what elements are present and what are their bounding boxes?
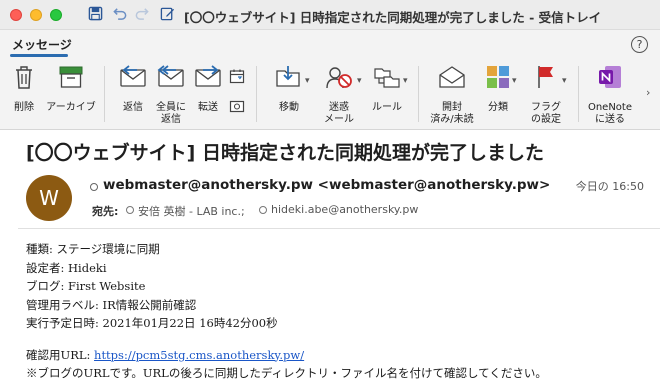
help-icon[interactable]: ?	[631, 36, 648, 53]
mark-read-label: 開封 済み/未読	[430, 102, 474, 125]
confirmation-link[interactable]: https://pcm5stg.cms.anothersky.pw/	[94, 348, 304, 362]
message-body: 種類: ステージ環境に同期 設定者: Hideki ブログ: First Web…	[26, 240, 547, 383]
reply-label: 返信	[123, 102, 143, 113]
presence-icon	[259, 206, 267, 214]
active-tab-indicator	[10, 54, 68, 57]
ribbon-separator	[578, 66, 579, 122]
archive-icon	[57, 64, 85, 94]
move-label: 移動	[279, 102, 299, 113]
body-line: 管理用ラベル: IR情報公開前確認	[26, 297, 197, 312]
title-bar: [〇〇ウェブサイト] 日時指定された同期処理が完了しました - 受信トレイ	[0, 0, 660, 30]
ribbon-tab-row: メッセージ ?	[0, 30, 660, 58]
chevron-down-icon[interactable]: ▾	[403, 76, 408, 86]
sender[interactable]: webmaster@anothersky.pw <webmaster@anoth…	[103, 177, 550, 193]
move-folder-icon	[274, 64, 304, 94]
chevron-down-icon[interactable]: ▾	[562, 76, 567, 86]
flag-label: フラグ の設定	[531, 102, 561, 125]
forward-label: 転送	[198, 102, 218, 113]
close-window-button[interactable]	[10, 9, 22, 21]
message-subject: [〇〇ウェブサイト] 日時指定された同期処理が完了しました	[26, 142, 544, 164]
reply-all-label: 全員に 返信	[156, 102, 186, 125]
junk-label: 迷惑 メール	[324, 102, 354, 125]
trash-icon	[13, 64, 35, 94]
zoom-window-button[interactable]	[50, 9, 62, 21]
body-line: 設定者: Hideki	[26, 260, 107, 275]
url-label: 確認用URL:	[26, 347, 95, 362]
delete-label: 削除	[14, 102, 34, 113]
archive-label: アーカイブ	[46, 102, 96, 113]
received-date: 今日の 16:50	[575, 180, 644, 193]
ribbon-separator	[104, 66, 105, 122]
recipient[interactable]: 安倍 英樹 - LAB inc.;	[138, 203, 245, 219]
ribbon-separator	[418, 66, 419, 122]
onenote-icon	[597, 64, 623, 94]
ribbon-toolbar: 削除 アーカイブ 返信 全員に 返信 転送 移動 ▾ 迷惑 メール ▾ ルール …	[0, 58, 660, 130]
chevron-down-icon[interactable]: ▾	[512, 76, 517, 86]
tab-message[interactable]: メッセージ	[12, 36, 72, 53]
more-reply-options-icon[interactable]	[229, 98, 245, 118]
chevron-down-icon[interactable]: ▾	[357, 76, 362, 86]
rules-icon	[372, 64, 402, 94]
avatar: W	[26, 175, 72, 221]
recipient[interactable]: hideki.abe@anothersky.pw	[271, 203, 418, 216]
categorize-icon	[485, 64, 511, 94]
to-label: 宛先:	[92, 205, 119, 218]
minimize-window-button[interactable]	[30, 9, 42, 21]
open-envelope-icon	[437, 64, 467, 94]
calendar-reply-icon[interactable]	[229, 68, 245, 88]
categorize-label: 分類	[488, 102, 508, 113]
compose-icon[interactable]	[160, 6, 175, 26]
reply-icon	[118, 64, 148, 94]
body-line: ※ブログのURLです。URLの後ろに同期したディレクトリ・ファイル名を付けて確認…	[26, 366, 547, 380]
rules-label: ルール	[372, 102, 402, 113]
reply-all-icon	[156, 64, 186, 94]
body-line: 実行予定日時: 2021年01月22日 16時42分00秒	[26, 316, 278, 330]
ribbon-separator	[256, 66, 257, 122]
body-line: 確認用URL: https://pcm5stg.cms.anothersky.p…	[26, 346, 547, 365]
save-icon[interactable]	[88, 6, 103, 26]
undo-icon[interactable]	[112, 6, 128, 26]
header-divider	[18, 228, 660, 229]
onenote-label: OneNote に送る	[587, 102, 633, 125]
forward-icon	[193, 64, 223, 94]
window-title: [〇〇ウェブサイト] 日時指定された同期処理が完了しました - 受信トレイ	[184, 10, 602, 25]
flag-icon	[533, 64, 559, 94]
redo-icon[interactable]	[134, 6, 150, 26]
presence-icon	[90, 183, 98, 191]
body-line: ブログ: First Website	[26, 279, 146, 293]
body-line: 種類: ステージ環境に同期	[26, 242, 160, 256]
chevron-down-icon[interactable]: ▾	[305, 76, 310, 86]
more-ribbon-icon[interactable]: ›	[646, 86, 650, 99]
presence-icon	[126, 206, 134, 214]
junk-mail-icon	[324, 64, 354, 94]
